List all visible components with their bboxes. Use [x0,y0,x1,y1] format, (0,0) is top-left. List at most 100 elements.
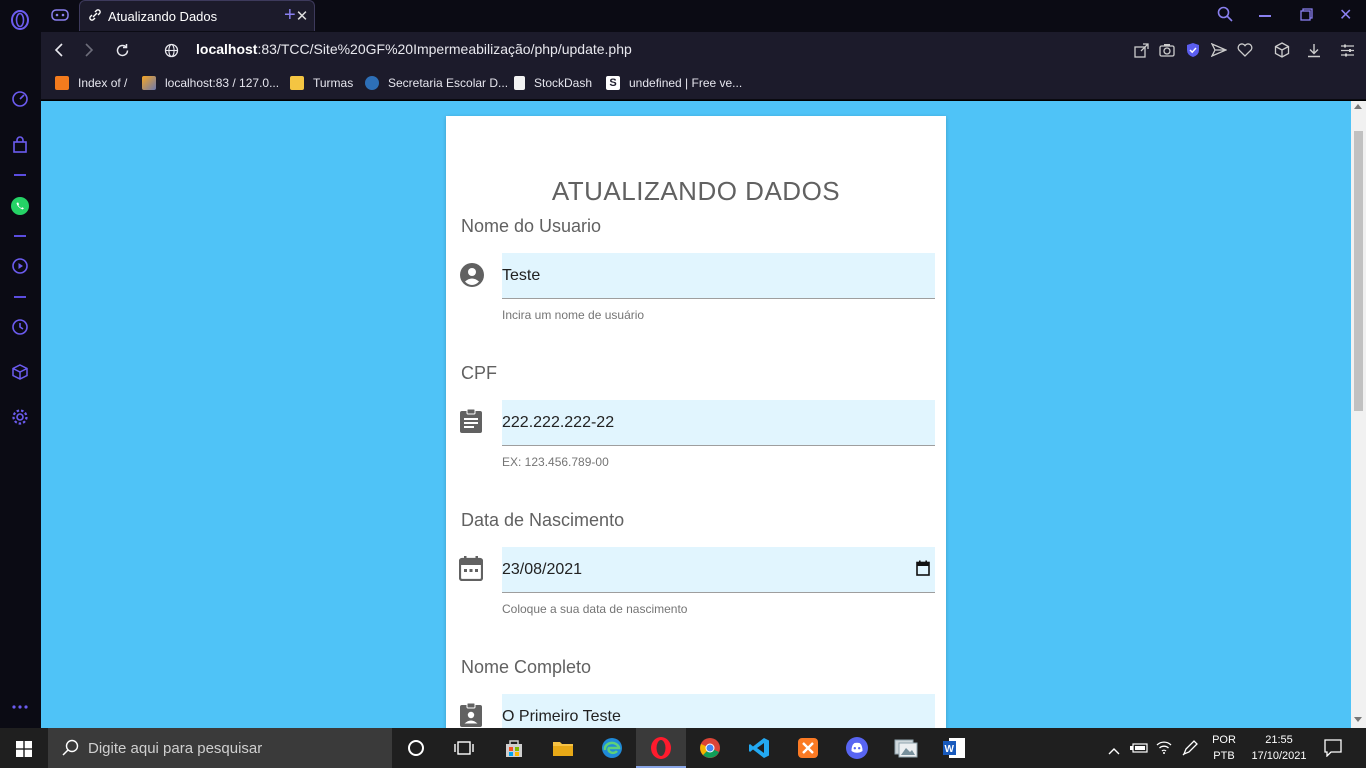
photos-app-icon[interactable] [894,736,918,760]
vpn-shield-icon[interactable] [1184,41,1202,59]
scroll-down-arrow-icon[interactable] [1354,717,1362,722]
sidebar-divider [14,296,26,298]
phpmyadmin-icon [142,76,156,90]
bookmark-turmas[interactable]: Turmas [290,76,353,90]
more-dots-icon[interactable] [9,696,31,718]
search-tabs-icon[interactable] [1217,6,1233,27]
search-placeholder: Digite aqui para pesquisar [88,739,263,757]
bookmarks-bar: Index of / localhost:83 / 127.0... Turma… [41,68,1366,100]
vscode-icon[interactable] [747,736,771,760]
bookmark-secretaria[interactable]: Secretaria Escolar D... [365,76,508,90]
document-icon [514,76,525,90]
word-icon[interactable]: W [942,736,966,760]
bookmark-label: Index of / [78,76,128,90]
tab-title: Atualizando Dados [108,8,218,24]
xampp-taskbar-icon[interactable] [796,736,820,760]
send-snapshot-icon[interactable] [1132,41,1150,59]
bookmark-index[interactable]: Index of / [55,76,127,90]
bookmark-label: undefined | Free ve... [629,76,743,90]
scroll-up-arrow-icon[interactable] [1354,104,1362,109]
sidebar-divider [14,235,26,237]
workspace-icon[interactable] [51,7,69,28]
bookmark-phpmyadmin[interactable]: localhost:83 / 127.0... [142,76,279,90]
page-scrollbar[interactable] [1351,101,1366,728]
close-window-icon[interactable]: ✕ [1339,5,1352,25]
bookmark-label: localhost:83 / 127.0... [165,76,280,90]
input-language-indicator[interactable]: POR PTB [1208,732,1240,764]
microsoft-store-icon[interactable] [502,736,526,760]
username-label: Nome do Usuario [461,216,602,236]
username-helper: Incira um nome de usuário [502,308,645,322]
calendar-icon [458,555,485,582]
settings-gear-icon[interactable] [9,406,31,428]
opera-icon [650,736,672,765]
date-picker-icon[interactable] [916,560,930,581]
birthdate-input[interactable]: 23/08/2021 [502,547,935,593]
minimize-window-icon[interactable] [1259,15,1271,17]
shopping-bag-icon[interactable] [9,134,31,156]
camera-icon[interactable] [1158,41,1176,59]
svg-text:W: W [945,744,955,755]
send-arrow-icon[interactable] [1210,41,1228,59]
form-card: ATUALIZANDO DADOS Nome do Usuario Teste … [446,116,946,728]
taskbar-opera-active[interactable] [636,728,686,768]
fullname-input[interactable]: O Primeiro Teste [502,694,935,728]
tab-active[interactable]: Atualizando Dados ✕ [79,0,315,31]
bookmark-label: Secretaria Escolar D... [388,76,509,90]
easy-setup-icon[interactable] [1338,41,1356,59]
windows-taskbar: Digite aqui para pesquisar W POR PTB 21:… [0,728,1366,768]
link-icon [88,8,102,25]
url-text[interactable]: localhost:83/TCC/Site%20GF%20Impermeabil… [196,41,632,57]
windows-start-icon[interactable] [16,741,32,762]
scrollbar-thumb[interactable] [1354,131,1363,411]
discord-icon[interactable] [845,736,869,760]
history-clock-icon[interactable] [9,316,31,338]
bookmark-stockdash[interactable]: StockDash [514,76,592,90]
restore-window-icon[interactable] [1300,8,1313,26]
heart-icon[interactable] [1236,41,1254,59]
forward-arrow-icon[interactable] [79,40,99,60]
download-icon[interactable] [1305,41,1323,59]
opera-menu-icon[interactable] [9,9,31,31]
back-arrow-icon[interactable] [49,40,69,60]
search-icon [62,739,79,760]
cpf-input[interactable]: 222.222.222-22 [502,400,935,446]
chrome-icon[interactable] [698,736,722,760]
s-logo-icon: S [606,76,620,90]
clipboard-icon [459,408,485,434]
site-globe-icon[interactable] [161,40,181,60]
cpf-label: CPF [461,363,497,383]
speed-dial-icon[interactable] [9,88,31,110]
edge-icon[interactable] [600,736,624,760]
bookmark-undefined[interactable]: S undefined | Free ve... [606,76,742,90]
page-viewport: ATUALIZANDO DADOS Nome do Usuario Teste … [41,101,1351,728]
tab-bar: Atualizando Dados ✕ + ✕ [41,0,1366,32]
new-tab-plus-icon[interactable]: + [284,4,296,27]
username-input[interactable]: Teste [502,253,935,299]
file-explorer-icon[interactable] [551,736,575,760]
clock[interactable]: 21:55 17/10/2021 [1246,732,1312,764]
page-title: ATUALIZANDO DADOS [551,176,841,206]
task-view-icon[interactable] [452,736,476,760]
cortana-icon[interactable] [404,736,428,760]
classroom-icon [290,76,304,90]
player-icon[interactable] [9,255,31,277]
keyboard-layout-code: PTB [1213,750,1235,762]
reload-icon[interactable] [112,40,132,60]
address-bar: localhost:83/TCC/Site%20GF%20Impermeabil… [41,32,1366,68]
wifi-icon[interactable] [1156,740,1172,759]
account-circle-icon [459,262,485,288]
badge-icon [459,702,485,728]
notifications-icon[interactable] [1324,739,1342,762]
taskbar-search-box[interactable]: Digite aqui para pesquisar [48,728,392,768]
secretaria-icon [365,76,379,90]
box-3d-icon[interactable] [1273,41,1291,59]
opera-sidebar [0,0,41,728]
show-hidden-icons-chevron-icon[interactable] [1108,742,1120,760]
whatsapp-icon[interactable] [9,195,31,217]
extensions-cube-icon[interactable] [9,361,31,383]
pen-icon[interactable] [1182,740,1198,761]
clock-date: 17/10/2021 [1251,750,1307,762]
bookmark-label: StockDash [534,76,593,90]
battery-icon[interactable] [1130,741,1148,759]
